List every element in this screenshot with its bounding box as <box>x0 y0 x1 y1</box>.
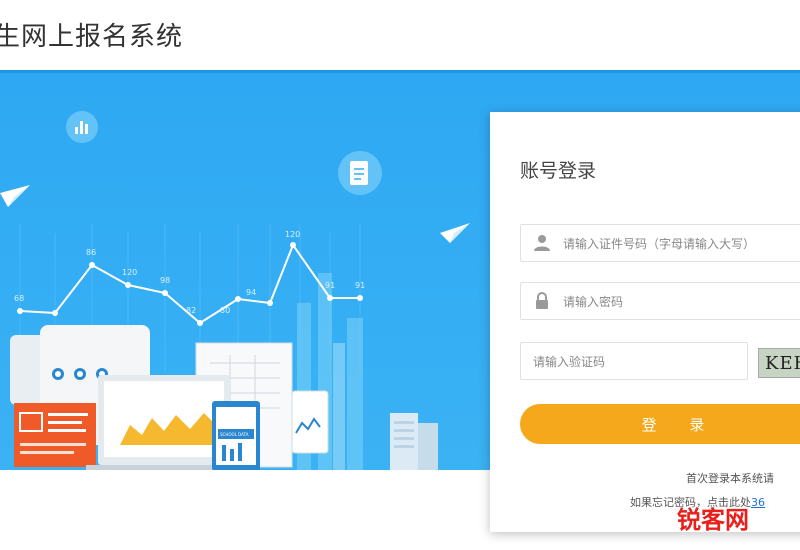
login-button[interactable]: 登 录 <box>520 404 800 444</box>
login-title: 账号登录 <box>520 160 597 182</box>
phone <box>291 390 329 454</box>
trend-label: 80 <box>220 306 230 315</box>
orange-card <box>14 403 96 467</box>
password-field[interactable] <box>520 282 800 321</box>
captcha-text: KEH <box>765 353 800 374</box>
trend-label: 94 <box>246 288 256 297</box>
site-title: 生网上报名系统 <box>0 22 184 52</box>
building <box>390 413 438 470</box>
id-number-field[interactable] <box>520 224 800 263</box>
trend-point <box>197 320 203 326</box>
trend-point <box>267 300 273 306</box>
trend-point <box>89 262 95 268</box>
first-login-note: 首次登录本系统请 <box>686 472 774 485</box>
forgot-password-link[interactable]: 36 <box>751 496 765 509</box>
paper-plane-icon <box>0 185 30 207</box>
trend-point <box>235 296 241 302</box>
trend-point <box>327 295 333 301</box>
trend-point <box>52 310 58 316</box>
trend-label: 86 <box>86 248 96 257</box>
trend-point <box>357 295 363 301</box>
login-panel: 账号登录 KEH 登 录 首次登录本系统请 如果忘记密码，点击此处36 <box>490 112 800 532</box>
trend-label: 120 <box>122 268 137 277</box>
trend-label: 82 <box>186 306 196 315</box>
bar-chart-icon <box>66 111 98 143</box>
trend-label: 91 <box>355 281 365 290</box>
trend-point <box>290 242 296 248</box>
captcha-image[interactable]: KEH <box>758 348 800 378</box>
trend-point <box>17 308 23 314</box>
trend-point <box>125 282 131 288</box>
trend-label: 68 <box>14 294 24 303</box>
paper-plane-icon <box>440 223 470 243</box>
id-number-input[interactable] <box>561 225 800 263</box>
document-icon <box>338 151 382 195</box>
captcha-field[interactable] <box>520 342 748 381</box>
trend-label: 91 <box>325 281 335 290</box>
trend-label: 120 <box>285 230 300 239</box>
user-icon <box>534 235 550 251</box>
trend-label: 98 <box>160 276 170 285</box>
tablet: SCHOOL DATA <box>212 401 260 470</box>
lock-icon <box>536 292 548 309</box>
header: 生网上报名系统 <box>0 0 800 70</box>
captcha-input[interactable] <box>531 343 745 381</box>
trend-point <box>162 290 168 296</box>
watermark-logo: 锐客网 <box>677 506 749 534</box>
password-input[interactable] <box>561 283 800 321</box>
tablet-caption: SCHOOL DATA <box>220 432 249 437</box>
